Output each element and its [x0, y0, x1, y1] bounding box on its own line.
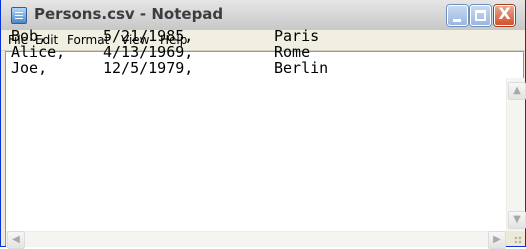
- close-icon: X: [498, 4, 511, 23]
- arrow-up-icon: ▲: [513, 85, 521, 96]
- document-text[interactable]: Bob, 5/21/1985, Paris Alice, 4/13/1969, …: [11, 27, 328, 77]
- notepad-window: Persons.csv - Notepad X File Edit Format…: [0, 0, 526, 249]
- minimize-button[interactable]: [447, 5, 468, 26]
- arrow-right-icon: ▶: [493, 234, 501, 245]
- text-cell: Bob,: [11, 27, 48, 45]
- scroll-left-button[interactable]: ◀: [7, 231, 25, 249]
- scroll-right-button[interactable]: ▶: [488, 231, 506, 249]
- menu-bar: File Edit Format View Help: [1, 30, 525, 51]
- notepad-icon[interactable]: [11, 7, 27, 24]
- scroll-up-button[interactable]: ▲: [508, 82, 526, 100]
- horizontal-scrollbar[interactable]: ◀ ▶: [6, 231, 506, 249]
- text-line: Alice, 4/13/1969, Rome: [11, 43, 310, 61]
- text-cell: Joe,: [11, 59, 48, 77]
- window-title: Persons.csv - Notepad: [34, 5, 224, 23]
- title-bar[interactable]: Persons.csv - Notepad X: [1, 0, 525, 31]
- text-cell: 12/5/1979,: [103, 59, 194, 77]
- arrow-left-icon: ◀: [12, 234, 20, 245]
- close-button[interactable]: X: [494, 4, 515, 26]
- text-cell: Alice,: [11, 43, 66, 61]
- resize-grip-icon[interactable]: [506, 231, 524, 246]
- maximize-button[interactable]: [470, 5, 491, 26]
- text-cell: Berlin: [274, 59, 329, 77]
- text-line: Joe, 12/5/1979, Berlin: [11, 59, 328, 77]
- vertical-scrollbar[interactable]: ▲ ▼: [506, 78, 526, 231]
- scroll-down-button[interactable]: ▼: [508, 211, 526, 229]
- text-cell: Rome: [274, 43, 311, 61]
- text-cell: 4/13/1969,: [103, 43, 194, 61]
- text-editor[interactable]: [5, 51, 524, 246]
- arrow-down-icon: ▼: [513, 214, 521, 225]
- text-line: Bob, 5/21/1985, Paris: [11, 27, 319, 45]
- text-cell: Paris: [274, 27, 320, 45]
- minimize-icon: [453, 19, 461, 22]
- maximize-icon: [475, 10, 486, 21]
- text-cell: 5/21/1985,: [103, 27, 194, 45]
